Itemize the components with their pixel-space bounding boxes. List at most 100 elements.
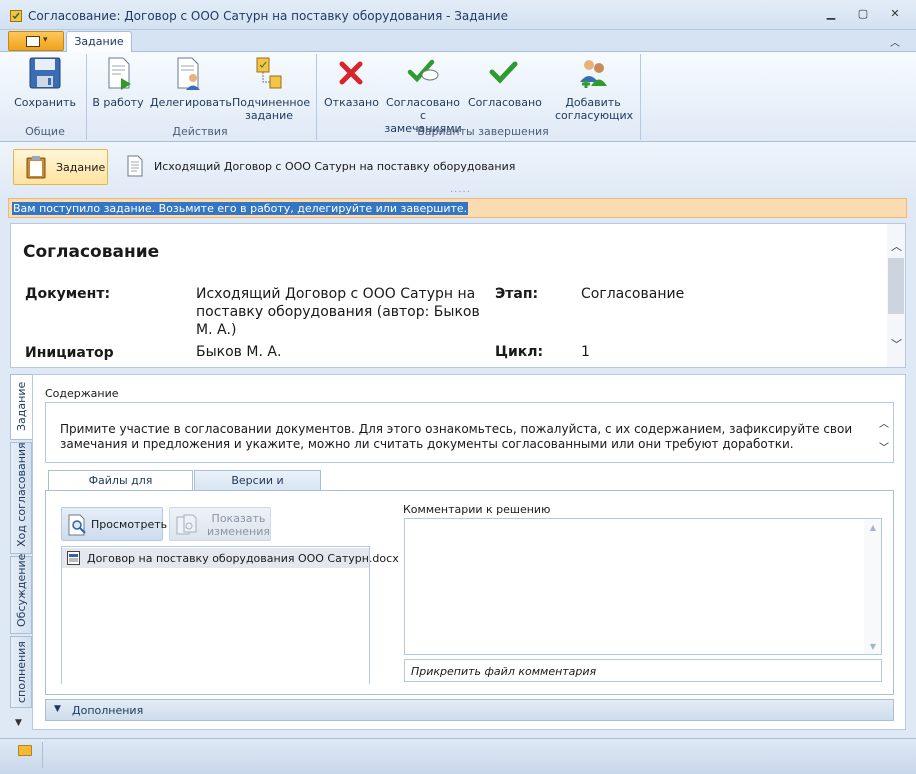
comments-scrollbar[interactable]: ▲ ▼	[864, 519, 881, 654]
show-changes-button[interactable]: Показать изменения	[169, 507, 271, 541]
side-tab-task[interactable]: Задание	[10, 374, 32, 440]
side-tab-approval-progress-label: Ход согласования	[15, 442, 28, 547]
side-tab-approval-progress[interactable]: Ход согласования	[10, 442, 32, 554]
cycle-key: Цикл:	[495, 344, 544, 360]
header-scrollbar[interactable]: ︿ ﹀	[887, 224, 905, 367]
floppy-disk-icon	[29, 57, 61, 89]
extras-section-header[interactable]: ▼ Дополнения	[45, 699, 894, 721]
show-changes-label-1: Показать	[211, 512, 266, 525]
status-bar	[0, 738, 916, 774]
side-tab-discussion-label: Обсуждение	[15, 553, 28, 627]
check-comment-icon	[407, 59, 439, 83]
file-name: Договор на поставку оборудования ООО Сат…	[87, 552, 399, 565]
side-tabs-scroll-down-icon[interactable]: ▼	[15, 718, 22, 728]
page-title: Согласование	[23, 242, 160, 262]
side-tab-discussion[interactable]: Обсуждение	[10, 553, 32, 634]
status-separator	[42, 742, 43, 768]
add-approvers-button[interactable]: Добавить согласующих	[555, 56, 634, 122]
document-key: Документ:	[25, 286, 111, 302]
app-menu-icon	[26, 36, 40, 47]
chevron-down-icon: ▼	[54, 704, 61, 714]
nav-document-label: Исходящий Договор с ООО Сатурн на постав…	[154, 160, 516, 173]
stage-key: Этап:	[495, 286, 539, 302]
minimize-icon[interactable]: ▁	[822, 7, 840, 21]
rejected-label: Отказано	[324, 96, 379, 109]
list-item[interactable]: Договор на поставку оборудования ООО Сат…	[62, 548, 399, 568]
approved-button[interactable]: Согласовано	[468, 56, 542, 109]
add-approvers-label-2: согласующих	[555, 109, 634, 122]
folder-icon[interactable]	[18, 745, 32, 756]
view-button[interactable]: Просмотреть	[61, 507, 167, 541]
subordinate-label-2: задание	[244, 109, 294, 122]
docx-file-icon	[67, 551, 80, 565]
approved-with-remarks-button[interactable]: Согласовано с замечаниями	[383, 56, 463, 135]
nav-task-label: Задание	[56, 161, 106, 174]
ribbon-separator	[316, 54, 317, 140]
side-tab-execution-label: сполнения	[15, 641, 28, 703]
content-label: Содержание	[45, 387, 119, 400]
side-tab-execution[interactable]: сполнения	[10, 636, 32, 708]
tab-task[interactable]: Задание	[66, 31, 132, 53]
chevron-down-icon: ▾	[43, 35, 48, 45]
add-approvers-label-1: Добавить	[565, 96, 621, 109]
window-title: Согласование: Договор с ООО Сатурн на по…	[28, 9, 508, 23]
delegate-button[interactable]: Делегировать	[150, 56, 232, 109]
rejected-button[interactable]: Отказано	[324, 56, 379, 109]
show-changes-label-2: изменения	[207, 525, 270, 538]
approved-remarks-label-1: Согласовано с	[386, 96, 460, 122]
group-label-completion: Варианты завершения	[417, 125, 549, 138]
nav-task-button[interactable]: Задание	[13, 149, 108, 185]
task-app-icon	[10, 10, 22, 22]
document-user-icon	[177, 57, 200, 90]
initiator-value[interactable]: Быков М. А.	[196, 343, 281, 361]
document-link[interactable]: Исходящий Договор с ООО Сатурн на постав…	[196, 285, 496, 339]
ribbon: Сохранить Общие В работу Делегировать По…	[0, 52, 916, 142]
side-tab-strip: Задание Ход согласования Обсуждение спол…	[10, 374, 32, 734]
ribbon-separator	[86, 54, 87, 140]
maximize-icon[interactable]: ▢	[854, 7, 872, 21]
scroll-down-icon[interactable]: ﹀	[891, 336, 902, 352]
group-label-common: Общие	[25, 125, 65, 138]
content-text: Примите участие в согласовании документо…	[60, 422, 853, 451]
in-work-label: В работу	[92, 96, 144, 109]
subordinate-label-1: Подчиненное	[232, 96, 311, 109]
subtask-icon	[256, 57, 282, 89]
close-icon[interactable]: ✕	[886, 7, 904, 21]
info-message-text: Вам поступило задание. Возьмите его в ра…	[12, 202, 469, 215]
task-header-panel: Согласование Документ: Исходящий Договор…	[10, 223, 906, 368]
document-icon	[127, 155, 143, 177]
save-button[interactable]: Сохранить	[14, 56, 76, 109]
app-menu-button[interactable]: ▾	[8, 31, 64, 51]
scroll-up-icon[interactable]: ︿	[879, 415, 889, 430]
document-play-icon	[108, 57, 131, 90]
attach-comment-file-field[interactable]: Прикрепить файл комментария	[404, 659, 882, 682]
scroll-down-icon[interactable]: ▼	[870, 642, 876, 651]
side-tab-task-label: Задание	[15, 381, 28, 431]
splitter-grip[interactable]: ·····	[450, 187, 471, 198]
comments-textarea[interactable]: ▲ ▼	[404, 518, 882, 655]
subordinate-task-button[interactable]: Подчиненное задание	[232, 56, 310, 122]
magnifier-document-icon	[68, 514, 86, 536]
scroll-up-icon[interactable]: ︿	[891, 238, 902, 254]
stage-value: Согласование	[581, 286, 685, 302]
scroll-up-icon[interactable]: ▲	[870, 523, 876, 532]
cycle-value: 1	[581, 344, 590, 360]
add-users-icon	[580, 60, 607, 88]
comments-label: Комментарии к решению	[403, 503, 551, 516]
tab-versions-comments[interactable]: Версии и комментарии	[194, 470, 321, 507]
extras-label: Дополнения	[72, 704, 144, 717]
tab-files-for-approval[interactable]: Файлы для согласования	[48, 470, 193, 507]
title-bar: Согласование: Договор с ООО Сатурн на по…	[0, 0, 916, 30]
initiator-key: Инициатор согласования:	[25, 345, 140, 367]
red-cross-icon	[339, 61, 363, 85]
in-work-button[interactable]: В работу	[92, 56, 144, 109]
scroll-thumb[interactable]	[888, 258, 904, 314]
content-text-box[interactable]: Примите участие в согласовании документо…	[45, 402, 894, 463]
compare-documents-icon	[176, 514, 197, 535]
approved-label: Согласовано	[468, 96, 542, 109]
scroll-down-icon[interactable]: ﹀	[879, 439, 889, 454]
delegate-label: Делегировать	[150, 96, 232, 109]
collapse-ribbon-icon[interactable]: ︿	[890, 34, 900, 49]
info-message-bar: Вам поступило задание. Возьмите его в ра…	[8, 198, 907, 218]
clipboard-icon	[26, 156, 46, 179]
